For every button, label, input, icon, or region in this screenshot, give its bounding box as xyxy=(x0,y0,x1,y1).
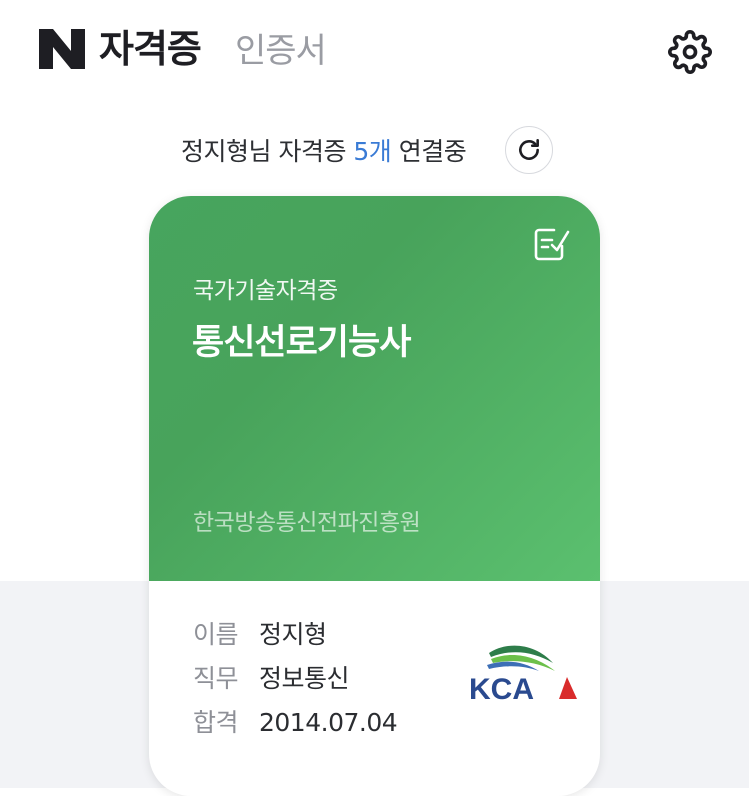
field-name-value: 정지형 xyxy=(259,620,327,649)
certificate-title: 통신선로기능사 xyxy=(192,323,411,363)
field-name-row: 이름 정지형 xyxy=(193,617,327,653)
gear-icon xyxy=(668,30,712,74)
certificate-count: 5개 xyxy=(353,137,392,166)
summary-prefix: 정지형님 자격증 xyxy=(181,137,354,166)
certificate-card[interactable]: 국가기술자격증 통신선로기능사 한국방송통신전파진흥원 이름 정지형 직무 정보통신… xyxy=(149,196,600,796)
n-logo-icon xyxy=(39,29,85,69)
connection-summary: 정지형님 자격증 5개 연결중 xyxy=(0,124,749,180)
certificate-category: 국가기술자격증 xyxy=(193,278,338,304)
certificate-details: 이름 정지형 직무 정보통신 합격 2014.07.04 KCA xyxy=(149,581,600,796)
app-header: 자격증 인증서 xyxy=(0,0,749,100)
refresh-button[interactable] xyxy=(505,126,553,174)
refresh-icon xyxy=(519,138,539,160)
field-job-value: 정보통신 xyxy=(259,664,350,693)
summary-text: 정지형님 자격증 5개 연결중 xyxy=(181,136,467,168)
tab-certificates[interactable]: 자격증 xyxy=(99,24,202,74)
kca-logo: KCA xyxy=(469,645,577,706)
field-job-label: 직무 xyxy=(193,664,239,693)
field-passed-value: 2014.07.04 xyxy=(259,708,398,737)
certificate-card-header: 국가기술자격증 통신선로기능사 한국방송통신전파진흥원 xyxy=(149,196,600,581)
field-passed-row: 합격 2014.07.04 xyxy=(193,705,398,741)
kca-logo-text: KCA xyxy=(469,673,534,706)
field-name-label: 이름 xyxy=(193,620,239,649)
settings-button[interactable] xyxy=(664,26,716,78)
certificate-issuer: 한국방송통신전파진흥원 xyxy=(193,510,421,536)
certificate-check-icon[interactable] xyxy=(532,224,572,264)
summary-suffix: 연결중 xyxy=(391,137,467,166)
tab-verifications[interactable]: 인증서 xyxy=(235,26,327,76)
field-job-row: 직무 정보통신 xyxy=(193,661,350,697)
field-passed-label: 합격 xyxy=(193,708,239,737)
